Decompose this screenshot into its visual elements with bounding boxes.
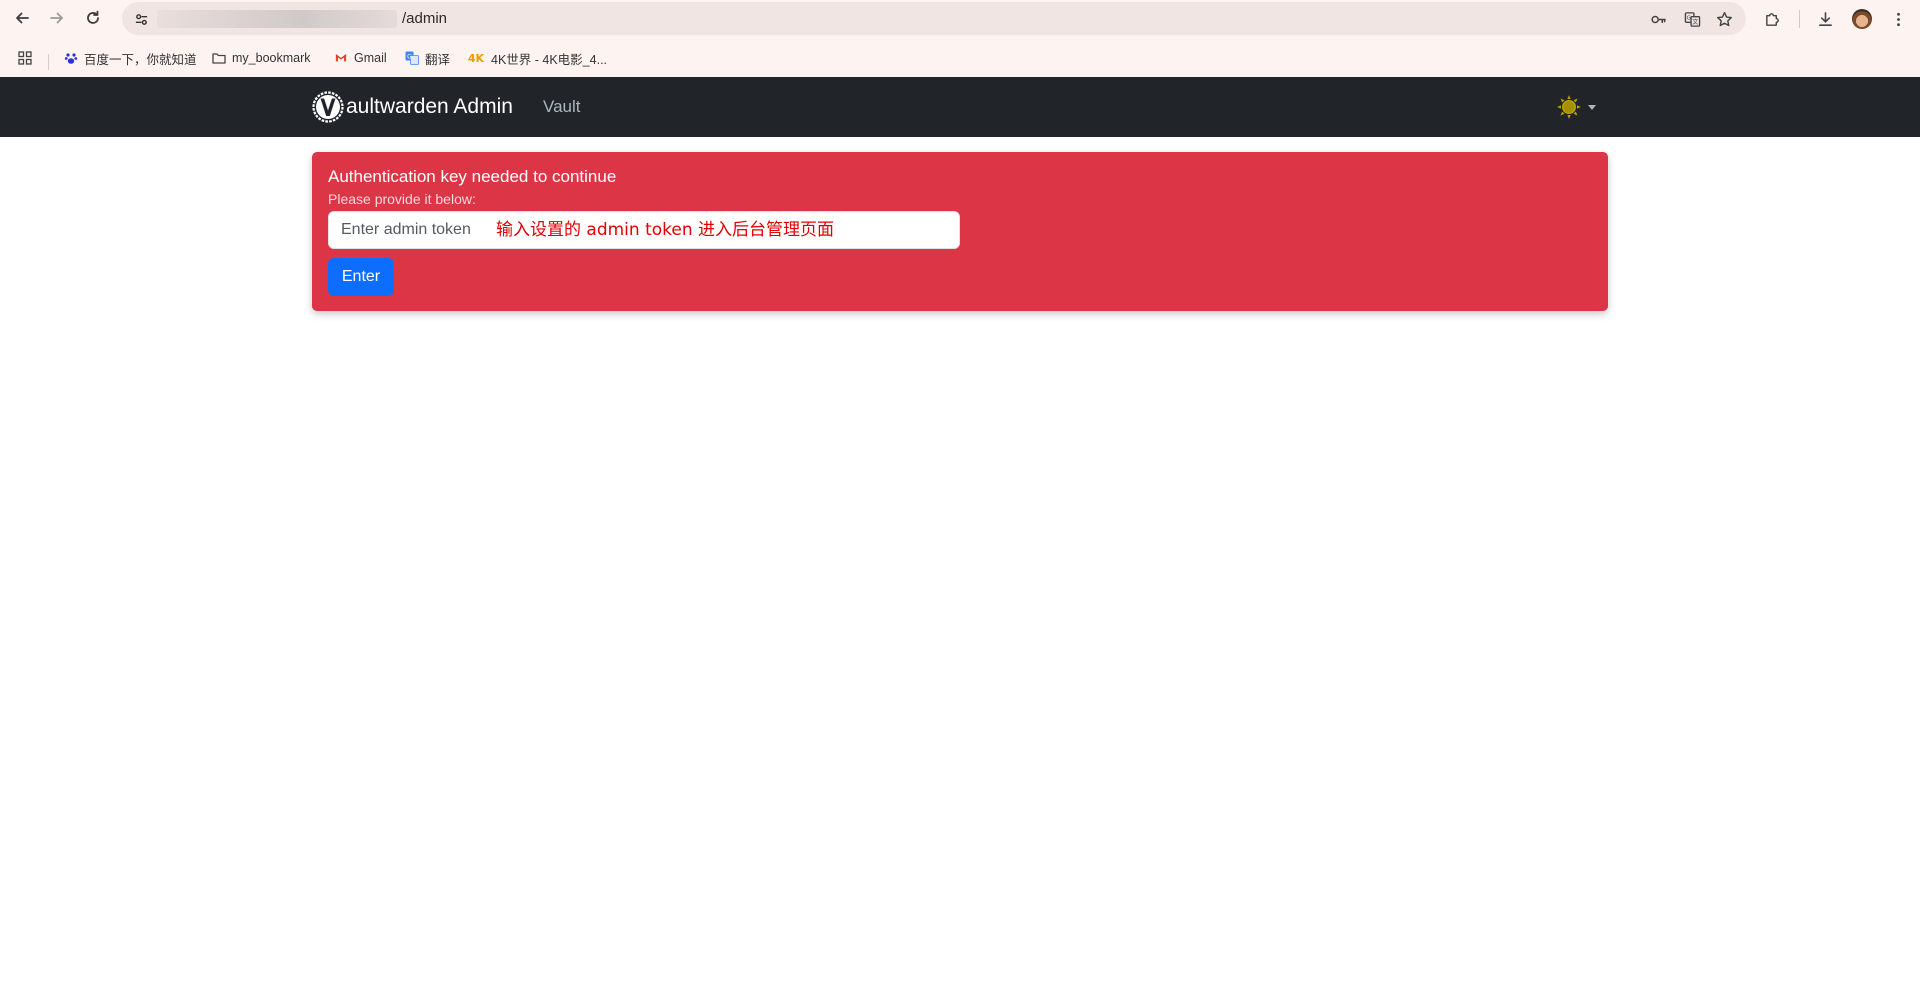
- bookmark-label: 百度一下，你就知道: [84, 52, 197, 67]
- bookmark-label: 4K世界 - 4K电影_4...: [491, 52, 608, 67]
- apps-grid-icon: [18, 51, 32, 65]
- star-icon: [1716, 11, 1732, 26]
- arrow-left-icon: [16, 12, 29, 24]
- forward-button[interactable]: [45, 6, 69, 30]
- url-text: /admin: [402, 10, 448, 27]
- toolbar-divider: [1799, 10, 1800, 28]
- theme-toggle-dropdown[interactable]: [1556, 94, 1596, 120]
- address-bar[interactable]: /admin 文G: [122, 2, 1746, 35]
- bookmark-translate[interactable]: G 翻译: [405, 49, 450, 67]
- bookmark-4k-world[interactable]: 4K 4K世界 - 4K电影_4...: [467, 49, 607, 67]
- bookmark-label: Gmail: [354, 51, 387, 65]
- auth-subtitle: Please provide it below:: [328, 191, 476, 207]
- bookmark-baidu[interactable]: 百度一下，你就知道: [64, 49, 197, 67]
- bookmark-label: my_bookmark: [232, 51, 311, 65]
- kebab-menu-icon: [1896, 12, 1900, 26]
- folder-icon: [212, 51, 226, 65]
- apps-button[interactable]: [18, 49, 32, 67]
- gmail-icon: [334, 51, 348, 65]
- enter-button[interactable]: Enter: [328, 258, 394, 296]
- baidu-paw-icon: [64, 51, 78, 65]
- extensions-button[interactable]: [1760, 7, 1784, 31]
- brand-title: aultwarden Admin: [346, 95, 513, 118]
- reload-button[interactable]: [81, 6, 105, 30]
- back-button[interactable]: [10, 6, 34, 30]
- arrow-right-icon: [50, 12, 63, 24]
- download-icon: [1818, 11, 1832, 26]
- auth-alert-card: Authentication key needed to continue Pl…: [312, 152, 1608, 311]
- svg-text:G: G: [1686, 15, 1690, 21]
- bookmark-label: 翻译: [425, 52, 451, 67]
- svg-text:G: G: [407, 54, 412, 61]
- puzzle-icon: [1765, 12, 1779, 26]
- nav-link-vault[interactable]: Vault: [543, 97, 581, 117]
- google-translate-icon: G: [405, 51, 419, 65]
- app-navbar: aultwarden Admin Vault: [0, 77, 1920, 137]
- password-key-button[interactable]: [1648, 10, 1668, 28]
- bookmark-my-bookmark[interactable]: my_bookmark: [212, 49, 311, 67]
- url-redacted: [157, 10, 397, 28]
- downloads-button[interactable]: [1813, 7, 1837, 31]
- browser-menu-button[interactable]: [1886, 7, 1910, 31]
- caret-down-icon: [1588, 104, 1596, 110]
- auth-title: Authentication key needed to continue: [328, 167, 617, 186]
- profile-avatar[interactable]: [1852, 9, 1872, 29]
- key-icon: [1650, 15, 1666, 23]
- bookmark-gmail[interactable]: Gmail: [334, 49, 387, 67]
- browser-toolbar: /admin 文G: [0, 0, 1920, 37]
- bookmarks-divider: [48, 54, 49, 70]
- 4k-icon: 4K: [467, 51, 485, 65]
- site-info-button[interactable]: [130, 8, 152, 30]
- translate-icon: 文G: [1684, 11, 1700, 27]
- vaultwarden-logo-icon: [312, 91, 344, 123]
- translate-button[interactable]: 文G: [1682, 10, 1702, 28]
- admin-token-input[interactable]: [328, 211, 960, 249]
- brand-link[interactable]: aultwarden Admin: [312, 90, 513, 124]
- tune-icon: [135, 13, 147, 25]
- svg-text:文: 文: [1692, 18, 1698, 26]
- sun-icon: [1557, 95, 1581, 119]
- reload-icon: [87, 10, 99, 24]
- bookmark-star-button[interactable]: [1714, 10, 1734, 28]
- bookmarks-bar: 百度一下，你就知道 my_bookmark Gmail G 翻译 4K 4K世界…: [0, 37, 1920, 77]
